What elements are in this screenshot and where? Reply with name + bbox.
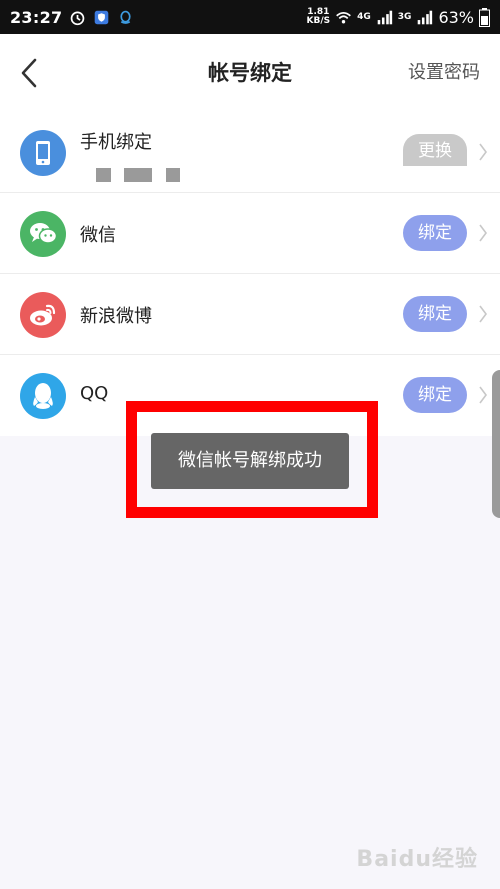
chevron-right-icon [479, 386, 487, 404]
alarm-icon [71, 11, 85, 25]
nav-header: 帐号绑定 设置密码 [0, 34, 500, 113]
masked-number-part [96, 168, 111, 182]
list-item-weibo[interactable]: 新浪微博 绑定 [0, 274, 500, 355]
masked-number-part [124, 168, 152, 182]
chevron-right-icon [479, 143, 487, 161]
chevron-right-icon [479, 224, 487, 242]
masked-number-part [166, 168, 180, 182]
baidu-watermark: Baidu经验 [356, 847, 478, 872]
change-phone-button[interactable]: 更换 [403, 134, 467, 166]
binding-list: 手机绑定 更换 微信 绑定 新浪微博 绑定 QQ 绑定 [0, 112, 500, 436]
signal-icon [377, 10, 392, 24]
signal-icon-2 [418, 10, 433, 24]
shield-icon [95, 10, 109, 24]
chevron-left-icon [21, 58, 37, 88]
list-item-phone[interactable]: 手机绑定 更换 [0, 112, 500, 193]
back-button[interactable] [12, 54, 46, 92]
phone-label: 手机绑定 [80, 132, 152, 153]
wechat-icon [20, 211, 66, 257]
signal-label-2: 3G [397, 12, 412, 22]
status-time: 23:27 [10, 7, 63, 27]
side-scroll-handle[interactable] [492, 370, 500, 518]
chevron-right-icon [479, 305, 487, 323]
status-bar: 23:27 1.81 KB/S 4G 3G 63% [0, 0, 500, 34]
weibo-icon [20, 292, 66, 338]
qq-icon [20, 373, 66, 419]
qq-status-icon [120, 10, 132, 24]
bind-wechat-button[interactable]: 绑定 [403, 215, 467, 251]
qq-label: QQ [80, 383, 109, 404]
network-speed: 1.81 KB/S [306, 7, 331, 26]
bind-qq-button[interactable]: 绑定 [403, 377, 467, 413]
wifi-icon [336, 11, 351, 23]
signal-label-1: 4G [357, 12, 371, 22]
set-password-button[interactable]: 设置密码 [408, 34, 480, 112]
battery-icon [479, 7, 490, 27]
bind-weibo-button[interactable]: 绑定 [403, 296, 467, 332]
weibo-label: 新浪微博 [80, 306, 152, 327]
list-item-wechat[interactable]: 微信 绑定 [0, 193, 500, 274]
phone-icon [20, 130, 66, 176]
toast-message: 微信帐号解绑成功 [151, 433, 349, 489]
wechat-label: 微信 [80, 225, 116, 246]
battery-level: 63% [438, 7, 474, 27]
